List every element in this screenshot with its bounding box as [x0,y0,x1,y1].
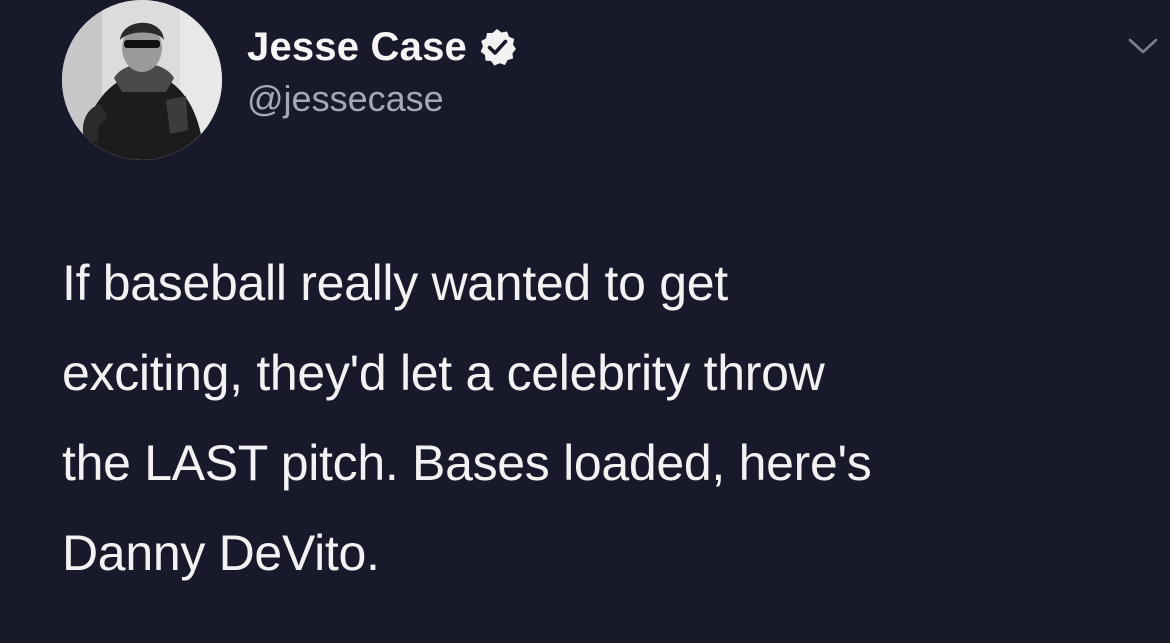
tweet-card: Jesse Case @jessecase If baseball really… [0,0,1170,643]
avatar[interactable] [62,0,222,160]
author-block: Jesse Case @jessecase [247,22,517,120]
chevron-down-icon[interactable] [1126,30,1160,60]
author-display-name[interactable]: Jesse Case [247,25,467,70]
avatar-photo [62,0,222,160]
author-name-row: Jesse Case [247,22,517,72]
tweet-text-line: exciting, they'd let a celebrity throw [62,345,825,401]
tweet-text-line: If baseball really wanted to get [62,255,728,311]
tweet-text-line: the LAST pitch. Bases loaded, here's [62,435,872,491]
author-handle[interactable]: @jessecase [247,78,517,120]
verified-badge-icon [480,29,516,66]
tweet-text: If baseball really wanted to get excitin… [62,238,1142,598]
tweet-text-line: Danny DeVito. [62,525,380,581]
